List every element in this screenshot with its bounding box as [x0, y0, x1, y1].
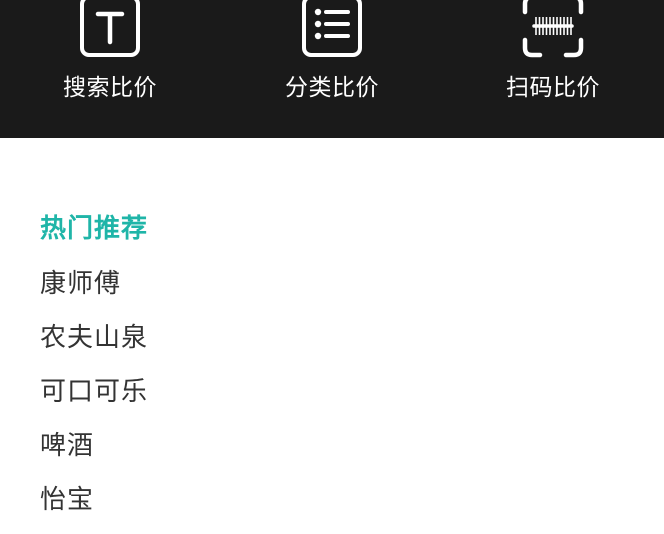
hot-recommend-list: 康师傅 农夫山泉 可口可乐 啤酒 怡宝 — [40, 264, 148, 534]
hot-item-kangshifu[interactable]: 康师傅 — [40, 264, 148, 318]
text-search-icon — [80, 0, 140, 57]
search-compare-label: 搜索比价 — [63, 75, 157, 101]
hot-item-coca-cola[interactable]: 可口可乐 — [40, 372, 148, 426]
search-compare-button[interactable]: 搜索比价 — [30, 0, 190, 138]
scan-compare-label: 扫码比价 — [506, 75, 600, 101]
content-area: 热门推荐 康师傅 农夫山泉 可口可乐 啤酒 怡宝 — [0, 138, 664, 515]
scan-compare-button[interactable]: 扫码比价 — [473, 0, 633, 138]
category-compare-label: 分类比价 — [285, 75, 379, 101]
list-icon — [302, 0, 362, 57]
hot-item-beer[interactable]: 啤酒 — [40, 426, 148, 480]
hot-recommend-title: 热门推荐 — [40, 214, 149, 244]
top-action-bar: 搜索比价 分类比价 扫码比价 — [0, 0, 664, 138]
hot-item-nongfu-spring[interactable]: 农夫山泉 — [40, 318, 148, 372]
barcode-scan-icon — [522, 0, 584, 58]
hot-item-cestbon[interactable]: 怡宝 — [40, 480, 148, 534]
category-compare-button[interactable]: 分类比价 — [252, 0, 412, 138]
